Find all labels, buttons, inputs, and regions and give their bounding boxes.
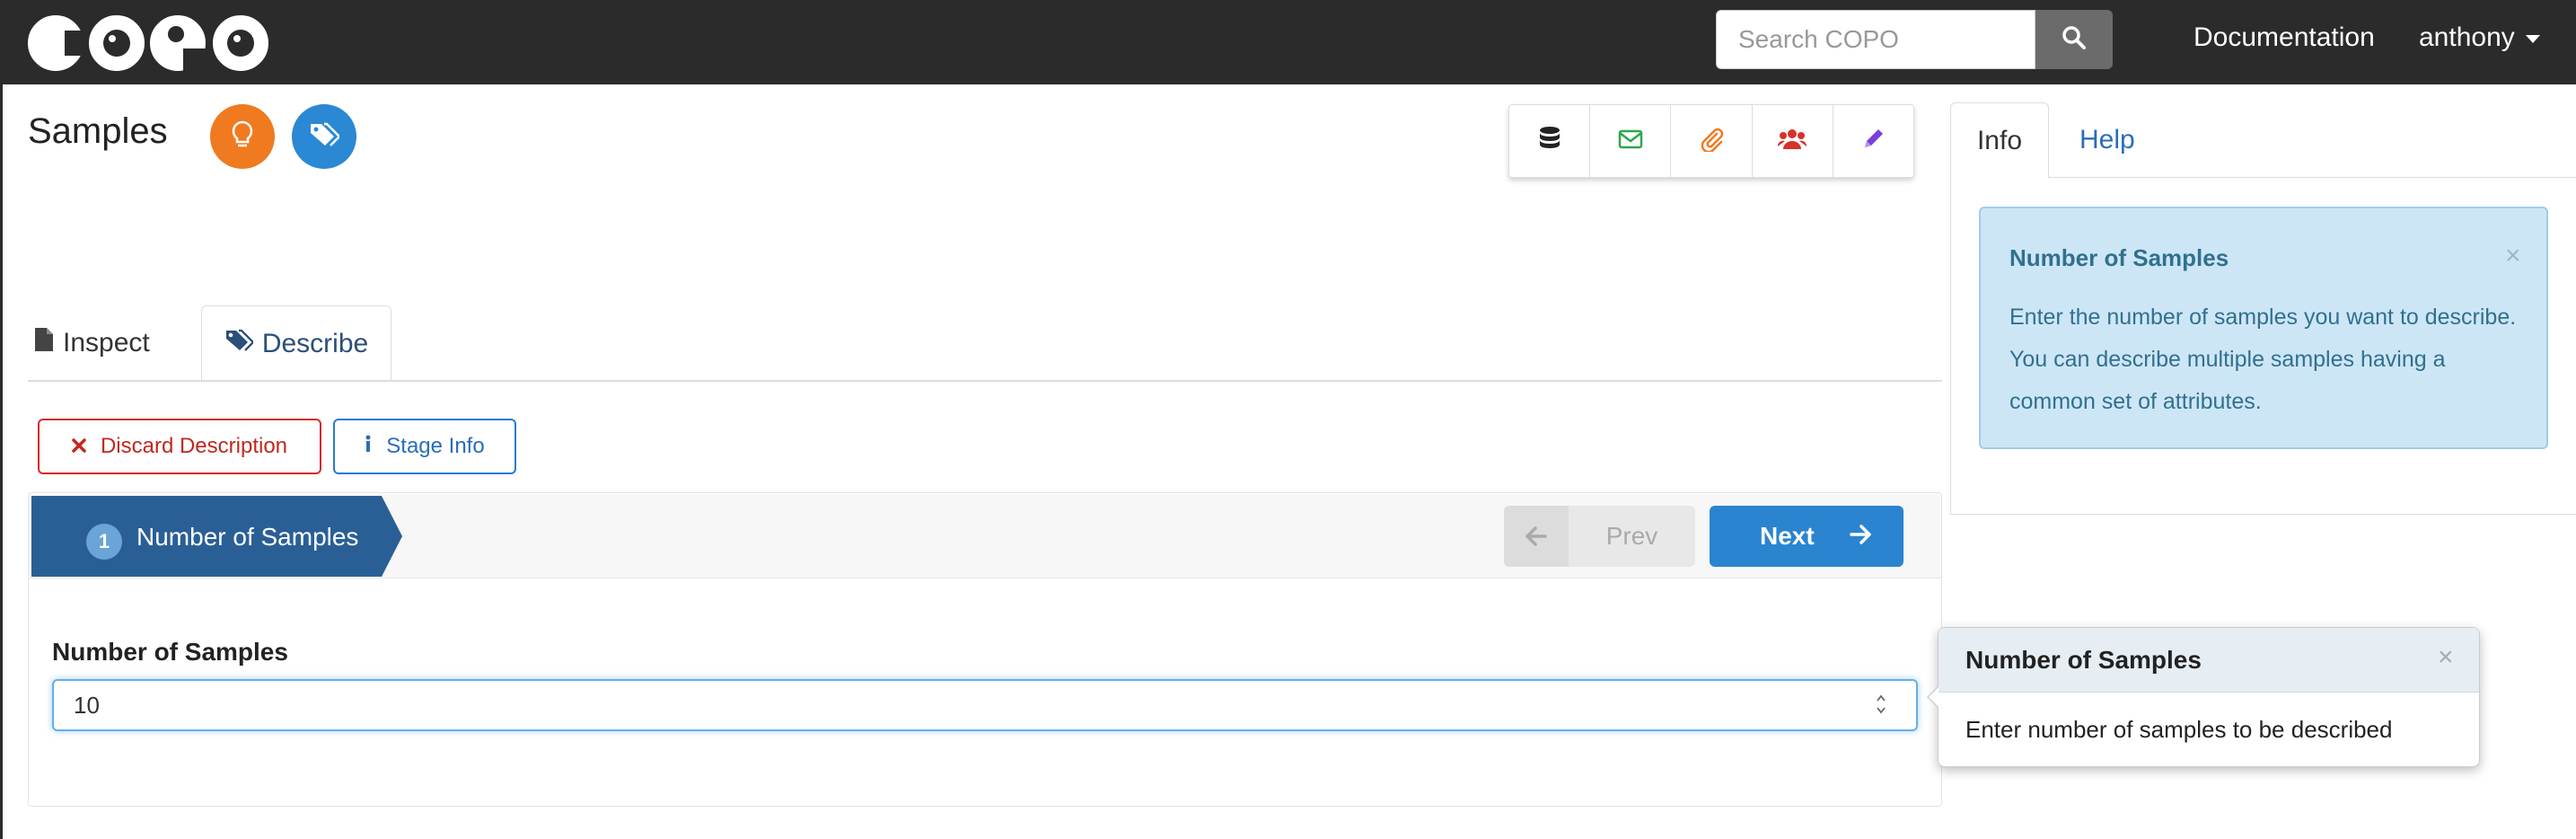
step-number-badge: 1 — [86, 524, 122, 560]
component-toolbar — [1508, 104, 1914, 178]
envelope-icon — [1618, 129, 1643, 154]
number-of-samples-label: Number of Samples — [52, 638, 288, 666]
copo-logo[interactable] — [25, 7, 273, 77]
tab-help[interactable]: Help — [2079, 102, 2135, 178]
info-alert-text: Enter the number of samples you want to … — [2009, 305, 2517, 414]
people-tool-button[interactable] — [1753, 105, 1833, 177]
info-alert: Number of Samples × Enter the number of … — [1979, 207, 2548, 449]
tags-icon — [309, 121, 341, 153]
arrow-right-icon — [1850, 524, 1871, 549]
arrow-left-icon — [1504, 506, 1569, 567]
step-label: Number of Samples — [136, 523, 359, 551]
discard-description-button[interactable]: Discard Description — [38, 419, 321, 474]
tab-inspect-label: Inspect — [63, 328, 150, 358]
users-icon — [1778, 128, 1807, 155]
nav-documentation-link[interactable]: Documentation — [2194, 22, 2375, 53]
tips-button[interactable] — [210, 104, 275, 169]
tabs-underline — [28, 380, 1942, 382]
number-of-samples-input[interactable]: 10 — [52, 679, 1918, 731]
tab-describe[interactable]: Describe — [201, 305, 391, 381]
info-icon — [365, 434, 372, 459]
discard-label: Discard Description — [100, 434, 288, 458]
prev-label: Prev — [1605, 522, 1658, 550]
number-spinner[interactable] — [1875, 692, 1887, 717]
publication-tool-button[interactable] — [1590, 105, 1672, 177]
user-menu[interactable]: anthony — [2419, 22, 2540, 53]
search-input[interactable]: Search COPO — [1716, 10, 2035, 69]
database-icon — [1538, 126, 1561, 157]
help-popover: Number of Samples × Enter number of samp… — [1927, 627, 2480, 767]
info-alert-close-button[interactable]: × — [2505, 241, 2521, 271]
chevron-down-icon — [2525, 34, 2540, 43]
page-title: Samples — [28, 111, 168, 151]
close-icon — [72, 434, 86, 459]
tab-inspect[interactable]: Inspect — [34, 305, 150, 381]
supporting-files-tool-button[interactable] — [1671, 105, 1753, 177]
lightbulb-icon — [229, 119, 256, 155]
tags-icon — [224, 329, 255, 359]
next-button[interactable]: Next — [1710, 506, 1903, 567]
top-navbar — [0, 0, 2576, 84]
tags-button[interactable] — [292, 104, 356, 169]
stage-info-button[interactable]: Stage Info — [333, 419, 516, 474]
popover-close-button[interactable]: × — [2438, 642, 2454, 673]
popover-title: Number of Samples — [1965, 646, 2202, 674]
search-button[interactable] — [2035, 10, 2113, 69]
annotation-tool-button[interactable] — [1833, 105, 1913, 177]
file-icon — [34, 327, 54, 359]
datafile-tool-button[interactable] — [1509, 105, 1591, 177]
popover-text: Enter number of samples to be described — [1965, 716, 2393, 743]
page-edge — [0, 84, 3, 839]
next-label: Next — [1760, 522, 1815, 550]
prev-button[interactable]: Prev — [1504, 506, 1695, 567]
stage-info-label: Stage Info — [386, 434, 485, 458]
pencil-icon — [1861, 128, 1885, 155]
info-alert-title: Number of Samples — [2009, 244, 2229, 271]
search-icon — [2062, 25, 2087, 55]
paperclip-icon — [1699, 127, 1724, 156]
user-name: anthony — [2419, 22, 2515, 52]
tab-describe-label: Describe — [261, 328, 369, 358]
tab-info[interactable]: Info — [1950, 102, 2049, 178]
